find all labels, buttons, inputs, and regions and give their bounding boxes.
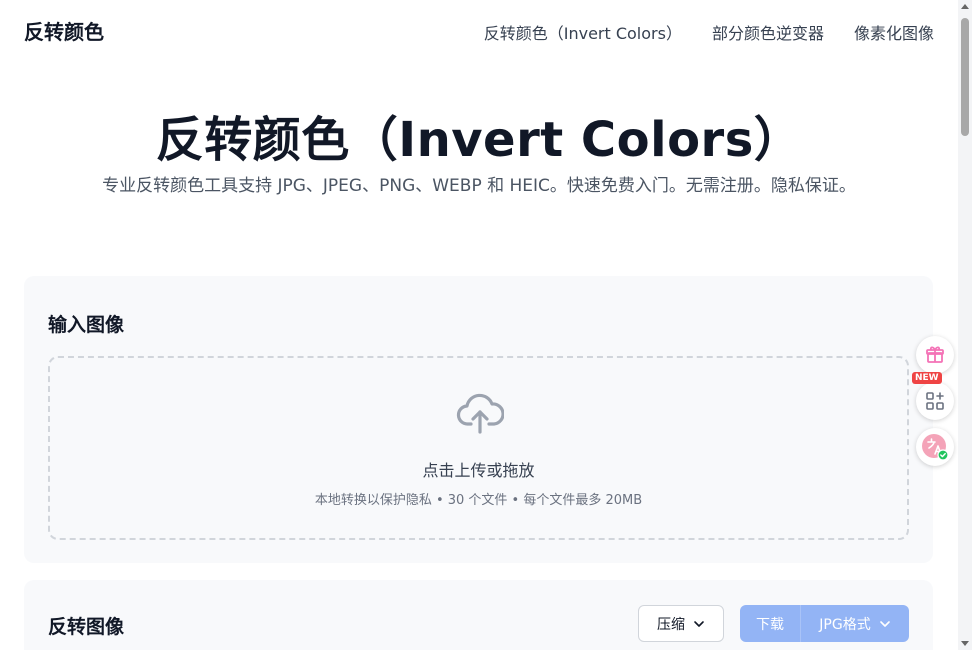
translate-button[interactable] bbox=[916, 428, 954, 466]
nav-link-invert-colors[interactable]: 反转颜色（Invert Colors） bbox=[484, 20, 682, 44]
chevron-down-icon bbox=[694, 620, 704, 627]
upload-dropzone[interactable]: 点击上传或拖放 本地转换以保护隐私 • 30 个文件 • 每个文件最多 20MB bbox=[48, 356, 909, 540]
chevron-down-icon bbox=[879, 620, 890, 627]
gift-icon bbox=[926, 346, 944, 363]
scroll-up-arrow-icon[interactable] bbox=[961, 4, 969, 9]
scrollbar-thumb[interactable] bbox=[961, 18, 969, 136]
format-label: JPG格式 bbox=[819, 616, 871, 633]
page-subtitle: 专业反转颜色工具支持 JPG、JPEG、PNG、WEBP 和 HEIC。快速免费… bbox=[102, 176, 856, 196]
top-nav: 反转颜色（Invert Colors） 部分颜色逆变器 像素化图像 bbox=[484, 20, 934, 44]
apps-new-button[interactable]: NEW bbox=[912, 372, 954, 420]
output-section-title: 反转图像 bbox=[48, 616, 125, 638]
input-image-card: 输入图像 点击上传或拖放 本地转换以保护隐私 • 30 个文件 • 每个文件最多… bbox=[24, 276, 933, 563]
cloud-upload-icon bbox=[456, 393, 504, 434]
compress-label: 压缩 bbox=[657, 616, 685, 633]
apps-add-icon bbox=[926, 392, 944, 410]
gift-button[interactable] bbox=[916, 336, 954, 374]
nav-link-pixelate-image[interactable]: 像素化图像 bbox=[854, 20, 934, 44]
top-header: 反转颜色 反转颜色（Invert Colors） 部分颜色逆变器 像素化图像 bbox=[0, 0, 958, 62]
scroll-down-arrow-icon[interactable] bbox=[961, 641, 969, 646]
translate-icon bbox=[922, 434, 949, 461]
download-button-group: 下载 JPG格式 bbox=[740, 605, 909, 642]
page-scrollbar[interactable] bbox=[958, 0, 972, 650]
inverted-image-card: 反转图像 压缩 下载 JPG格式 bbox=[24, 580, 933, 650]
input-section-title: 输入图像 bbox=[48, 314, 125, 336]
dropzone-main-text: 点击上传或拖放 bbox=[422, 461, 535, 480]
compress-dropdown-button[interactable]: 压缩 bbox=[638, 605, 724, 642]
site-logo[interactable]: 反转颜色 bbox=[24, 16, 104, 45]
new-badge: NEW bbox=[912, 372, 942, 384]
download-button[interactable]: 下载 bbox=[740, 605, 801, 642]
page-title: 反转颜色（Invert Colors） bbox=[155, 112, 803, 168]
format-select-button[interactable]: JPG格式 bbox=[801, 605, 909, 642]
dropzone-hint-text: 本地转换以保护隐私 • 30 个文件 • 每个文件最多 20MB bbox=[314, 493, 643, 508]
nav-link-partial-color-inverter[interactable]: 部分颜色逆变器 bbox=[712, 20, 824, 44]
